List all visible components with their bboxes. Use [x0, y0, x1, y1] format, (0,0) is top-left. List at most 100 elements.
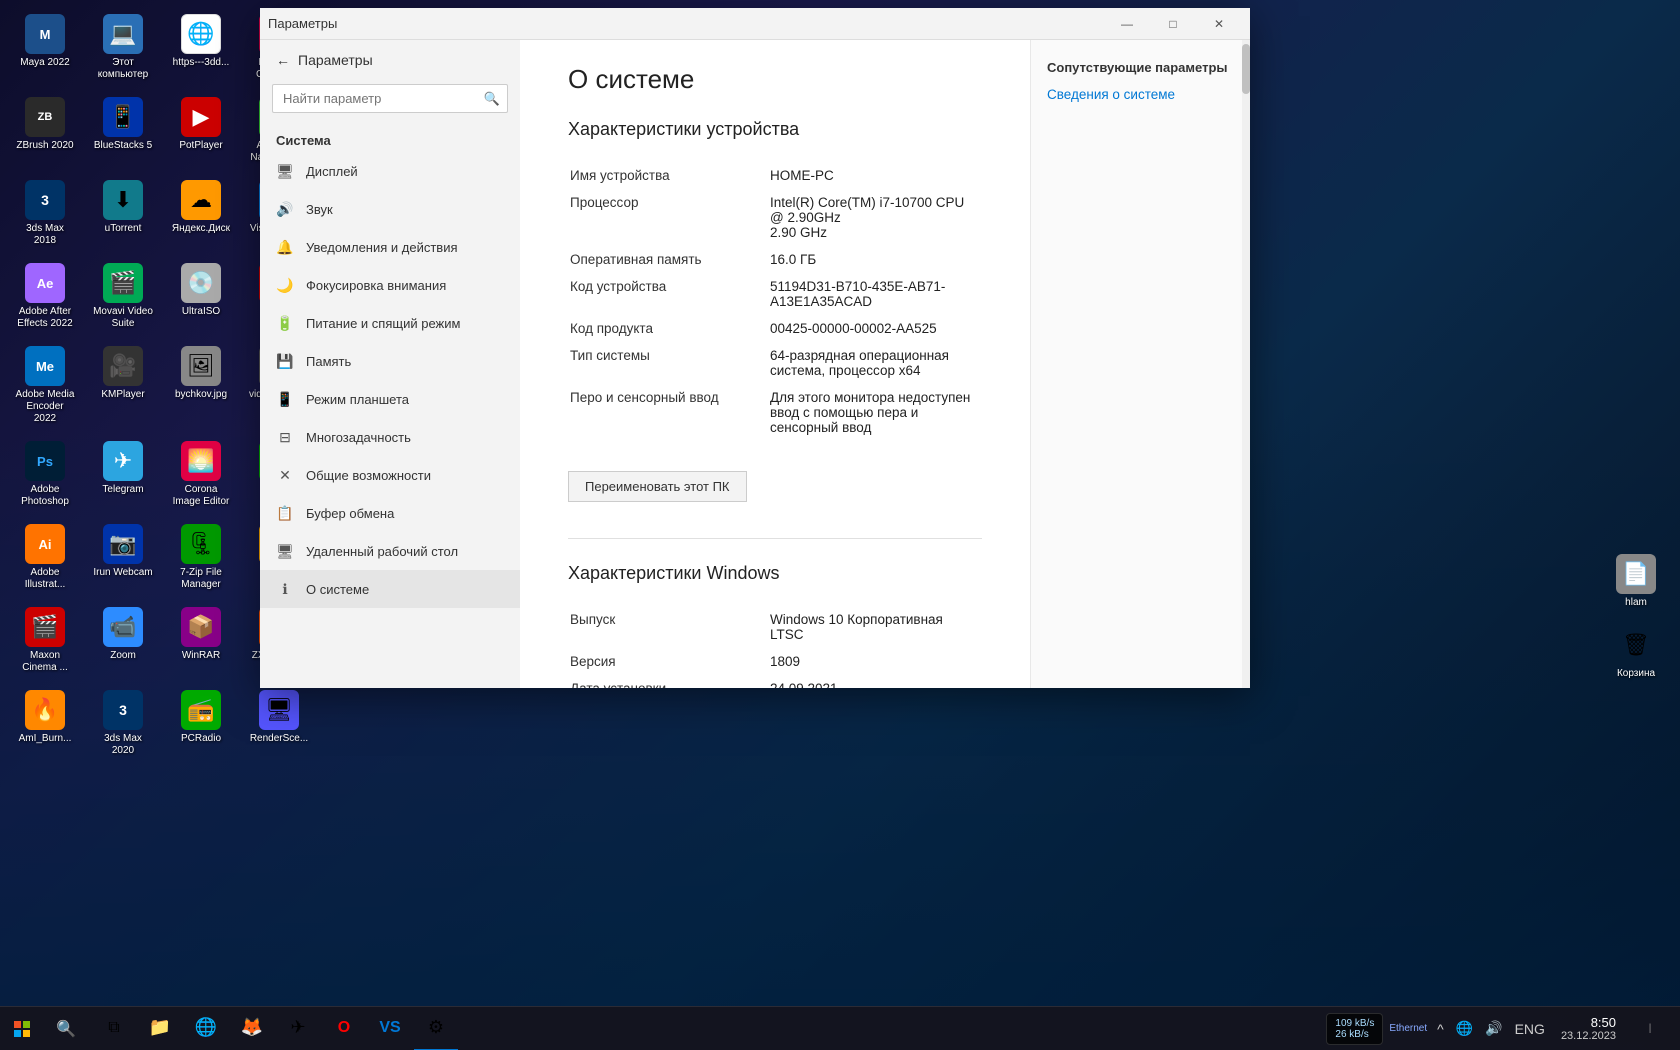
desktop-icon-utorrent[interactable]: ⬇ uTorrent	[88, 176, 158, 251]
nav-item-tablet[interactable]: 📱 Режим планшета	[260, 380, 520, 418]
icon-label-zoom: Zoom	[110, 650, 136, 662]
desktop-icon-recycle[interactable]: 🗑 Корзина	[1612, 621, 1660, 684]
icon-label-irunwebcam: Irun Webcam	[93, 567, 152, 579]
system-info-link[interactable]: Сведения о системе	[1047, 87, 1234, 102]
desktop-icon-amlburn[interactable]: 🔥 AmI_Burn...	[10, 686, 80, 761]
nav-search-input[interactable]	[272, 84, 508, 113]
nav-item-power[interactable]: 🔋 Питание и спящий режим	[260, 304, 520, 342]
opera-icon: O	[338, 1019, 350, 1037]
desktop-icon-illustrator[interactable]: Ai Adobe Illustrat...	[10, 520, 80, 595]
spec-label-version: Версия	[570, 654, 770, 669]
maximize-button[interactable]: □	[1150, 8, 1196, 40]
rename-pc-button[interactable]: Переименовать этот ПК	[568, 471, 747, 502]
desktop-icon-adobemedia[interactable]: Me Adobe Media Encoder 2022	[10, 342, 80, 429]
network-label[interactable]: Ethernet	[1389, 1023, 1427, 1034]
nav-item-clipboard[interactable]: 📋 Буфер обмена	[260, 494, 520, 532]
icon-label-bluestacks: BlueStacks 5	[94, 140, 152, 152]
taskbar-app-chrome[interactable]: 🌐	[184, 1007, 228, 1050]
nav-back-button[interactable]: ← Параметры	[260, 40, 520, 80]
nav-item-focus[interactable]: 🌙 Фокусировка внимания	[260, 266, 520, 304]
desktop-icon-3dsmax2020[interactable]: 3 3ds Max 2020	[88, 686, 158, 761]
icon-label-renderscene: RenderSce...	[250, 733, 308, 745]
desktop-icon-hlam[interactable]: 📄 hlam	[1612, 550, 1660, 613]
icon-label-hlam: hlam	[1625, 597, 1647, 609]
icon-img-amlburn: 🔥	[25, 690, 65, 730]
tray-network-icon[interactable]: 🌐	[1452, 1018, 1477, 1039]
desktop-icon-7zip[interactable]: 🗜 7-Zip File Manager	[166, 520, 236, 595]
desktop-icon-telegram[interactable]: ✈ Telegram	[88, 437, 158, 512]
close-button[interactable]: ✕	[1196, 8, 1242, 40]
section-divider	[568, 538, 982, 539]
start-button[interactable]	[0, 1007, 44, 1050]
icon-img-hlam: 📄	[1616, 554, 1656, 594]
scrollbar-track[interactable]	[1242, 40, 1250, 688]
desktop-icon-bluestacks[interactable]: 📱 BlueStacks 5	[88, 93, 158, 168]
icon-label-thispc: Этот компьютер	[92, 57, 154, 81]
icon-img-photoshop: Ps	[25, 441, 65, 481]
spec-label-device-name: Имя устройства	[570, 168, 770, 183]
icon-label-aftereffects: Adobe After Effects 2022	[14, 306, 76, 330]
window-titlebar: Параметры — □ ✕	[260, 8, 1250, 40]
spec-row-device-code: Код устройства 51194D31-B710-435E-AB71-A…	[570, 273, 980, 315]
desktop-icon-zoom[interactable]: 📹 Zoom	[88, 603, 158, 678]
taskbar-app-taskview[interactable]: ⧉	[92, 1007, 136, 1050]
nav-item-display[interactable]: 🖥 Дисплей	[260, 152, 520, 190]
desktop-icon-3dsmax2018[interactable]: 3 3ds Max 2018	[10, 176, 80, 251]
scrollbar-thumb[interactable]	[1242, 44, 1250, 94]
show-desktop-icon: |	[1649, 1023, 1652, 1034]
desktop-icon-movavi-suite[interactable]: 🎬 Movavi Video Suite	[88, 259, 158, 334]
spec-value-product-code: 00425-00000-00002-AA525	[770, 321, 980, 336]
desktop-icon-cinema4d[interactable]: 🎬 Maxon Cinema ...	[10, 603, 80, 678]
desktop-icon-zbrush[interactable]: ZB ZBrush 2020	[10, 93, 80, 168]
nav-item-about[interactable]: ℹ О системе	[260, 570, 520, 608]
icon-label-amlburn: AmI_Burn...	[19, 733, 72, 745]
desktop-icon-yandex[interactable]: ☁ Яндекс.Диск	[166, 176, 236, 251]
taskview-icon: ⧉	[108, 1019, 119, 1037]
icon-img-chrome: 🌐	[181, 14, 221, 54]
taskbar-app-explorer[interactable]: 📁	[138, 1007, 182, 1050]
taskbar-search-button[interactable]: 🔍	[44, 1007, 88, 1050]
nav-item-notifications[interactable]: 🔔 Уведомления и действия	[260, 228, 520, 266]
nav-item-memory[interactable]: 💾 Память	[260, 342, 520, 380]
taskbar-app-vscode[interactable]: VS	[368, 1007, 412, 1050]
desktop-icon-aftereffects[interactable]: Ae Adobe After Effects 2022	[10, 259, 80, 334]
tray-clock[interactable]: 8:50 23.12.2023	[1555, 1013, 1622, 1044]
desktop-icon-corona[interactable]: 🌅 Corona Image Editor	[166, 437, 236, 512]
desktop-icon-ultraiso[interactable]: 💿 UltraISO	[166, 259, 236, 334]
icon-img-movavi-suite: 🎬	[103, 263, 143, 303]
settings-nav: ← Параметры 🔍 Система 🖥 Дисплей 🔊	[260, 40, 520, 688]
taskbar-tray: 109 kB/s 26 kB/s Ethernet ^ 🌐 🔊 ENG 8:50…	[1318, 1007, 1680, 1050]
network-stats-up: 109 kB/s	[1335, 1018, 1374, 1029]
nav-item-accessibility[interactable]: ✕ Общие возможности	[260, 456, 520, 494]
desktop-icon-this-pc[interactable]: 💻 Этот компьютер	[88, 10, 158, 85]
desktop-icon-kmplayer[interactable]: 🎥 KMPlayer	[88, 342, 158, 429]
windows-logo-icon	[14, 1021, 30, 1037]
nav-item-multitask[interactable]: ⊟ Многозадачность	[260, 418, 520, 456]
minimize-button[interactable]: —	[1104, 8, 1150, 40]
spec-value-pen-touch: Для этого монитора недоступен ввод с пом…	[770, 390, 980, 435]
taskbar-app-firefox[interactable]: 🦊	[230, 1007, 274, 1050]
taskbar-app-settings[interactable]: ⚙	[414, 1007, 458, 1050]
tray-up-arrow-icon[interactable]: ^	[1433, 1019, 1448, 1039]
desktop-icon-pcradio[interactable]: 📻 PCRadio	[166, 686, 236, 761]
desktop-icon-chrome[interactable]: 🌐 https---3dd...	[166, 10, 236, 85]
desktop-icon-irunwebcam[interactable]: 📷 Irun Webcam	[88, 520, 158, 595]
desktop-icon-potplayer[interactable]: ▶ PotPlayer	[166, 93, 236, 168]
icon-label-ultraiso: UltraISO	[182, 306, 220, 318]
desktop-icon-photoshop[interactable]: Ps Adobe Photoshop	[10, 437, 80, 512]
nav-item-sound[interactable]: 🔊 Звук	[260, 190, 520, 228]
spec-row-edition: Выпуск Windows 10 Корпоративная LTSC	[570, 606, 980, 648]
nav-item-remote[interactable]: 🖥 Удаленный рабочий стол	[260, 532, 520, 570]
icon-img-3dsmax2020: 3	[103, 690, 143, 730]
desktop-icon-winrar[interactable]: 📦 WinRAR	[166, 603, 236, 678]
taskbar-app-opera[interactable]: O	[322, 1007, 366, 1050]
icon-img-utorrent: ⬇	[103, 180, 143, 220]
taskbar-app-telegram[interactable]: ✈	[276, 1007, 320, 1050]
spec-value-install-date: 24.09.2021	[770, 681, 980, 688]
desktop-icon-bychkov[interactable]: 🖼 bychkov.jpg	[166, 342, 236, 429]
desktop-icon-maya2022[interactable]: M Maya 2022	[10, 10, 80, 85]
show-desktop-button[interactable]: |	[1628, 1007, 1672, 1050]
tray-language-label[interactable]: ENG	[1511, 1019, 1549, 1039]
desktop-icon-renderscene[interactable]: 🖥 RenderSce...	[244, 686, 314, 761]
tray-volume-icon[interactable]: 🔊	[1481, 1018, 1506, 1039]
